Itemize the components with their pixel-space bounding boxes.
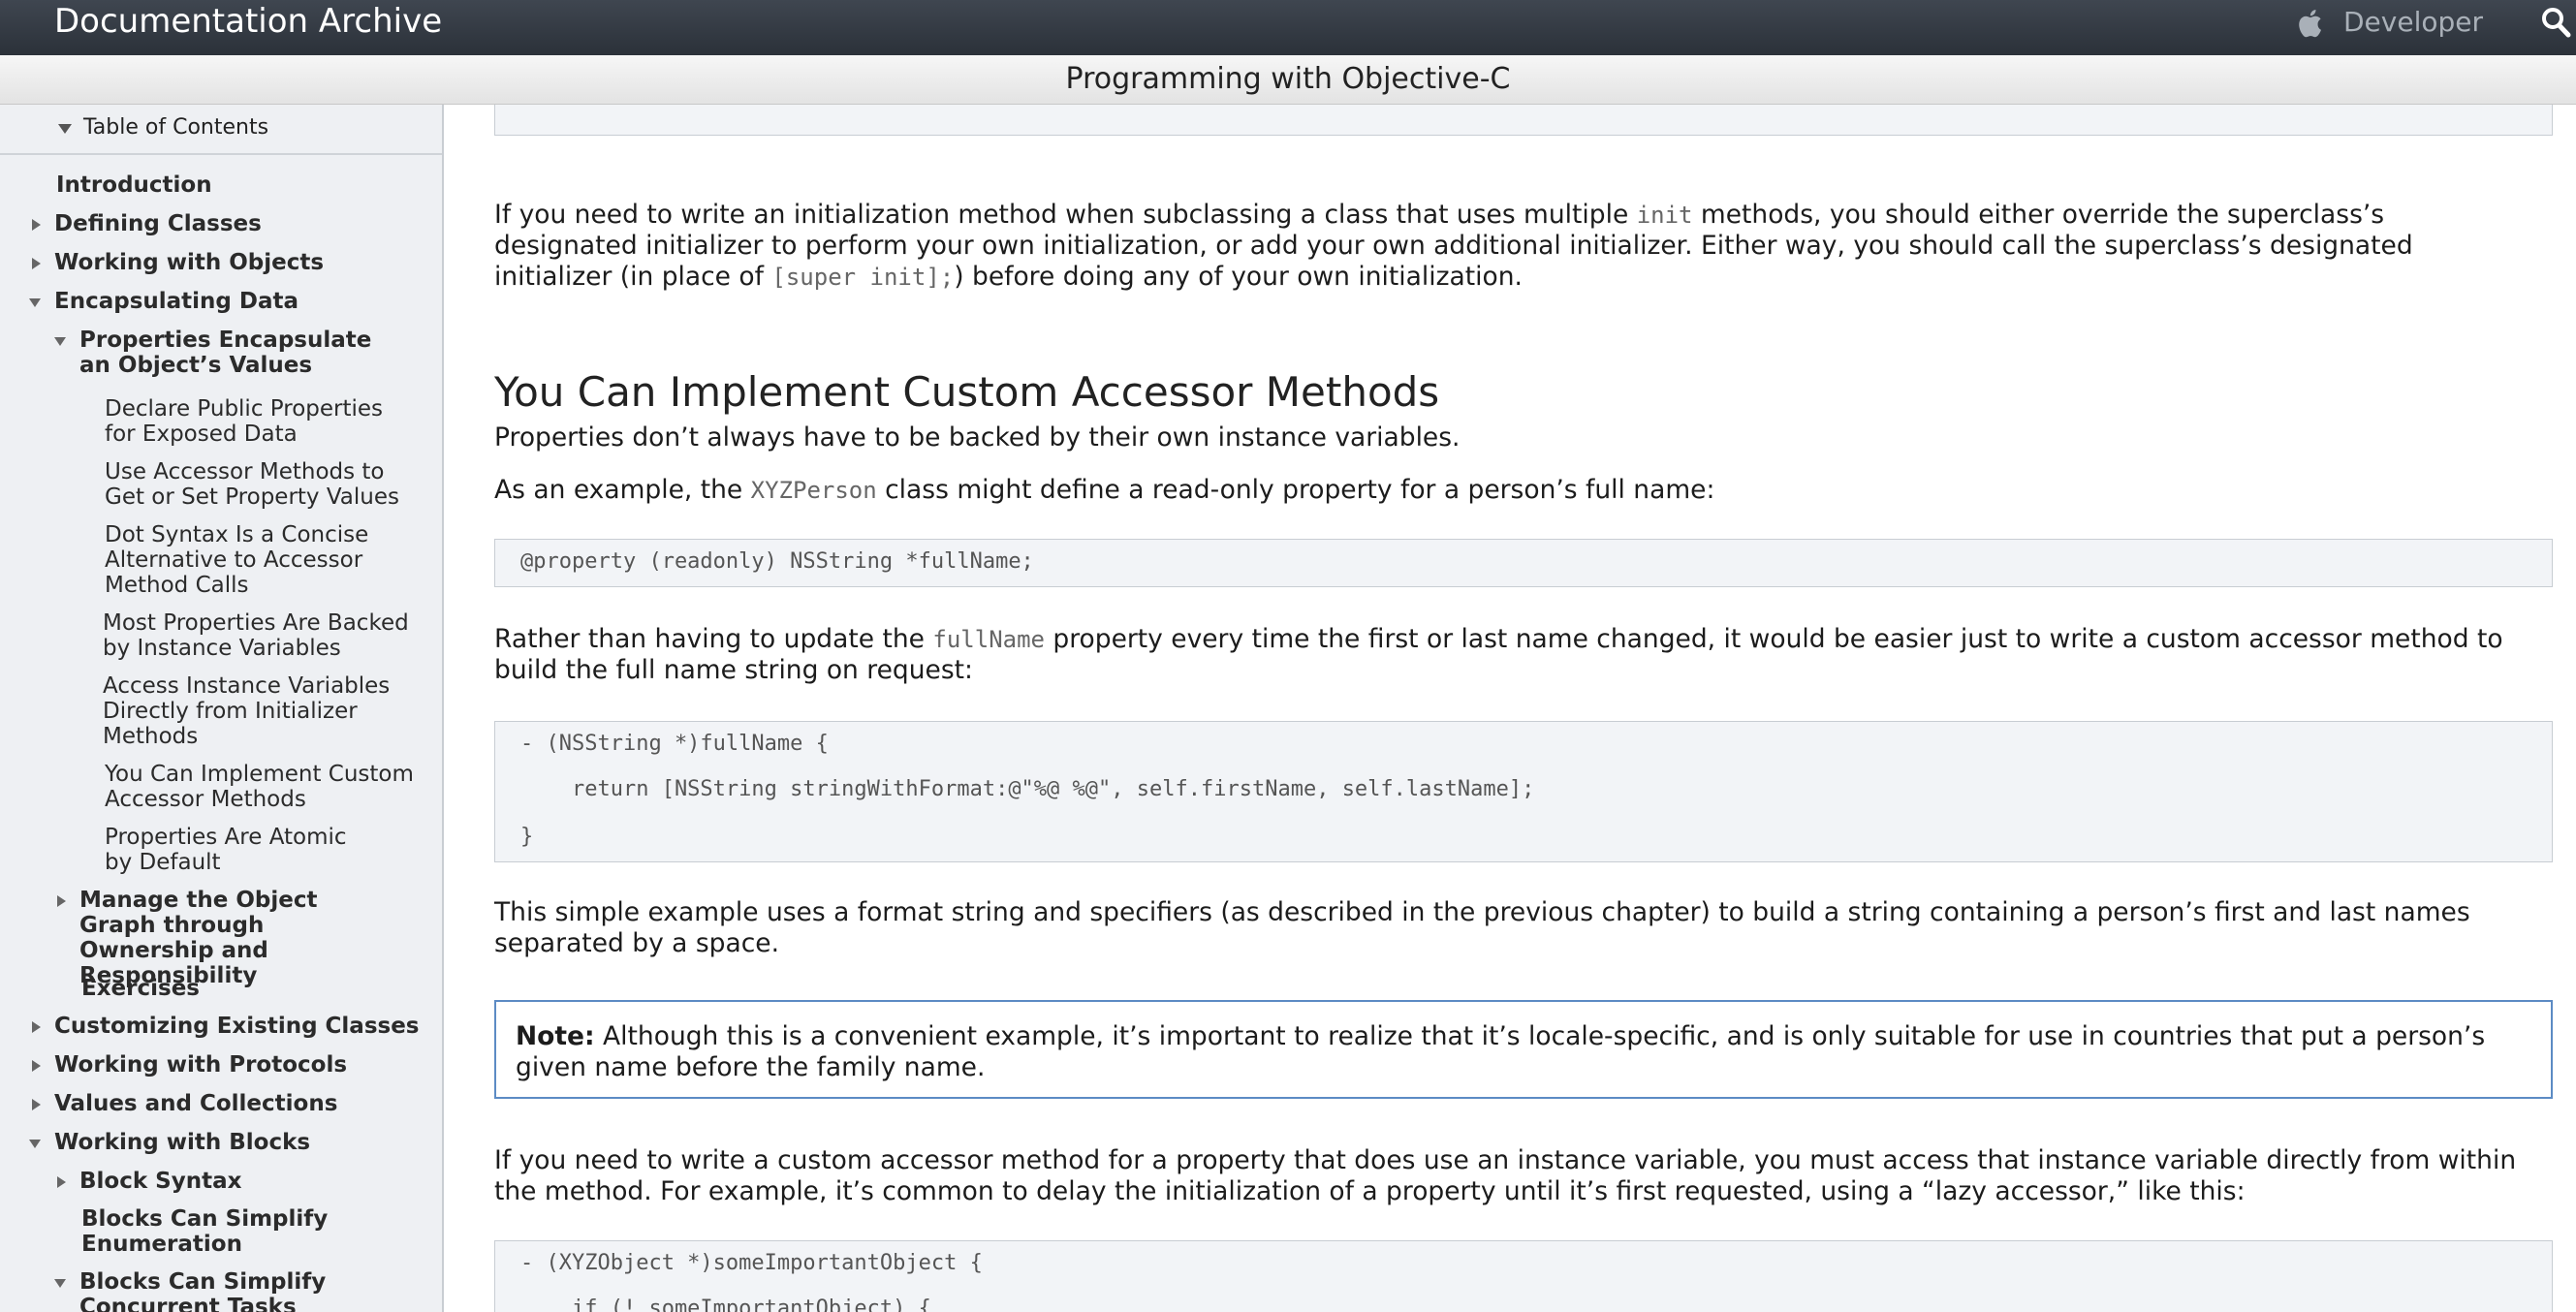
search-icon [2539, 8, 2576, 47]
section-heading: You Can Implement Custom Accessor Method… [494, 368, 1440, 416]
disclosure-triangle-down-icon[interactable] [53, 1275, 67, 1289]
disclosure-triangle-right-icon[interactable] [54, 893, 68, 907]
disclosure-triangle-right-icon[interactable] [29, 217, 43, 231]
toc-item-blocks-simplify-concurrent[interactable]: Blocks Can Simplify Concurrent Tasks [79, 1269, 341, 1312]
toc-item-label: Defining Classes [54, 211, 262, 236]
toc-item-label: Manage the Object Graph through Ownershi… [79, 888, 318, 988]
toc-item-label: Encapsulating Data [54, 289, 299, 314]
inline-code: [super init]; [771, 264, 955, 291]
table-of-contents-sidebar[interactable]: Table of Contents Introduction Defining … [0, 105, 444, 1312]
paragraph-text: As an example, the [494, 475, 751, 505]
toc-item-working-with-objects[interactable]: Working with Objects [54, 250, 423, 275]
apple-logo-icon [2297, 8, 2326, 39]
note-text: Note: Although this is a convenient exam… [516, 1021, 2522, 1083]
code-line: @property (readonly) NSString *fullName; [520, 549, 1034, 574]
toc-item-label: Introduction [56, 172, 212, 198]
inline-code: fullName [932, 626, 1045, 653]
toc-item-label: Values and Collections [54, 1091, 338, 1116]
toc-item-working-with-protocols[interactable]: Working with Protocols [54, 1052, 432, 1078]
inline-code: XYZPerson [750, 477, 877, 504]
note-label: Note: [516, 1021, 595, 1051]
disclosure-triangle-right-icon[interactable] [29, 1058, 43, 1072]
toc-header[interactable]: Table of Contents [0, 105, 442, 155]
toc-item-properties-encapsulate[interactable]: Properties Encapsulate an Object’s Value… [79, 328, 399, 378]
code-block-partial [494, 105, 2553, 136]
site-title[interactable]: Documentation Archive [54, 0, 442, 43]
top-header-bar: Documentation Archive Developer [0, 0, 2576, 55]
code-line: return [NSString stringWithFormat:@"%@ %… [520, 777, 1535, 801]
toc-item-working-with-blocks[interactable]: Working with Blocks [54, 1130, 432, 1155]
document-title: Programming with Objective-C [1065, 62, 1511, 96]
toc-item-encapsulating-data[interactable]: Encapsulating Data [54, 289, 423, 314]
toc-item-access-instance-variables[interactable]: Access Instance Variables Directly from … [103, 673, 393, 749]
toc-item-label: Block Syntax [79, 1169, 242, 1194]
paragraph-text: ) before doing any of your own initializ… [954, 262, 1523, 292]
toc-item-label: Properties Are Atomic by Default [105, 825, 347, 875]
paragraph-text: class might define a read-only property … [876, 475, 1715, 505]
note-body: Although this is a convenient example, i… [516, 1021, 2486, 1082]
toc-item-custom-accessor-methods[interactable]: You Can Implement Custom Accessor Method… [105, 762, 415, 812]
toc-item-block-syntax[interactable]: Block Syntax [79, 1169, 409, 1194]
disclosure-triangle-down-icon[interactable] [28, 1136, 42, 1149]
paragraph-properties-backed: Properties don’t always have to be backe… [494, 422, 1461, 453]
code-line: - (NSString *)fullName { [520, 732, 829, 756]
paragraph-initializer: If you need to write an initialization m… [494, 200, 2520, 293]
search-button[interactable] [2539, 4, 2576, 43]
code-block-lazy-accessor: - (XYZObject *)someImportantObject { if … [494, 1240, 2553, 1312]
toc-item-label: Most Properties Are Backed by Instance V… [103, 610, 409, 661]
toc-item-label: Blocks Can Simplify Concurrent Tasks [79, 1269, 327, 1312]
disclosure-triangle-right-icon[interactable] [29, 256, 43, 269]
toc-item-values-and-collections[interactable]: Values and Collections [54, 1091, 432, 1116]
toc-item-label: Properties Encapsulate an Object’s Value… [79, 328, 372, 378]
toc-item-label: Declare Public Properties for Exposed Da… [105, 396, 384, 447]
toc-item-label: Exercises [81, 976, 200, 1001]
disclosure-triangle-down-icon[interactable] [56, 120, 74, 138]
code-line: } [520, 825, 534, 849]
toc-item-label: Use Accessor Methods to Get or Set Prope… [105, 459, 399, 510]
toc-item-manage-object-graph[interactable]: Manage the Object Graph through Ownershi… [79, 888, 390, 988]
disclosure-triangle-down-icon[interactable] [53, 333, 67, 347]
toc-item-blocks-simplify-enumeration[interactable]: Blocks Can Simplify Enumeration [81, 1206, 353, 1257]
code-line: - (XYZObject *)someImportantObject { [520, 1251, 983, 1275]
toc-item-label: Blocks Can Simplify Enumeration [81, 1206, 329, 1257]
note-box: Note: Although this is a convenient exam… [494, 1000, 2553, 1099]
developer-label: Developer [2343, 6, 2484, 38]
disclosure-triangle-right-icon[interactable] [29, 1019, 43, 1033]
toc-item-label: Working with Protocols [54, 1052, 348, 1078]
toc-item-use-accessor-methods[interactable]: Use Accessor Methods to Get or Set Prope… [105, 459, 405, 510]
toc-item-label: Working with Blocks [54, 1130, 311, 1155]
paragraph-custom-accessor: Rather than having to update the fullNam… [494, 624, 2520, 686]
paragraph-example: As an example, the XYZPerson class might… [494, 475, 2520, 506]
paragraph-lazy-accessor: If you need to write a custom accessor m… [494, 1145, 2517, 1206]
toc-item-defining-classes[interactable]: Defining Classes [54, 211, 423, 236]
code-block-property: @property (readonly) NSString *fullName; [494, 539, 2553, 587]
disclosure-triangle-right-icon[interactable] [29, 1097, 43, 1110]
toc-item-dot-syntax[interactable]: Dot Syntax Is a Concise Alternative to A… [105, 522, 386, 598]
toc-item-exercises[interactable]: Exercises [81, 976, 372, 1001]
toc-item-label: Customizing Existing Classes [54, 1014, 420, 1039]
document-title-bar: Programming with Objective-C [0, 55, 2576, 105]
disclosure-triangle-right-icon[interactable] [54, 1174, 68, 1188]
inline-code: init [1636, 202, 1693, 229]
toc-item-customizing-existing-classes[interactable]: Customizing Existing Classes [54, 1014, 432, 1039]
toc-item-label: Working with Objects [54, 250, 325, 275]
code-line: if (!_someImportantObject) { [520, 1296, 931, 1312]
toc-item-introduction[interactable]: Introduction [56, 172, 424, 198]
paragraph-text: Rather than having to update the [494, 624, 933, 654]
disclosure-triangle-down-icon[interactable] [28, 295, 42, 308]
toc-item-label: You Can Implement Custom Accessor Method… [105, 762, 414, 812]
paragraph-text: If you need to write an initialization m… [494, 200, 1637, 230]
toc-title: Table of Contents [83, 115, 269, 140]
toc-item-label: Access Instance Variables Directly from … [103, 673, 391, 749]
toc-item-properties-atomic[interactable]: Properties Are Atomic by Default [105, 825, 376, 875]
toc-item-declare-public-properties[interactable]: Declare Public Properties for Exposed Da… [105, 396, 415, 447]
code-block-fullname: - (NSString *)fullName { return [NSStrin… [494, 721, 2553, 862]
main-content[interactable]: If you need to write an initialization m… [444, 105, 2576, 1312]
paragraph-simple-example: This simple example uses a format string… [494, 897, 2470, 958]
toc-item-label: Dot Syntax Is a Concise Alternative to A… [105, 522, 369, 598]
toc-item-most-properties-backed[interactable]: Most Properties Are Backed by Instance V… [103, 610, 413, 661]
